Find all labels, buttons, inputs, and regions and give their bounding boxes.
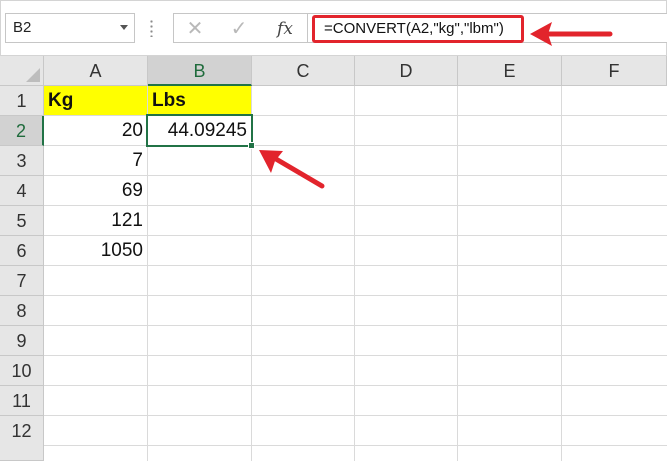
row-header-2[interactable]: 2 [0, 116, 44, 146]
formula-bar: B2 ✕ ✓ fx =CONVERT(A2,"kg","lbm") [0, 0, 667, 56]
cell-b1[interactable]: Lbs [148, 86, 251, 115]
check-icon[interactable]: ✓ [224, 17, 254, 41]
row-header-11[interactable]: 11 [0, 386, 44, 416]
column-header-a[interactable]: A [44, 56, 148, 86]
column-header-f[interactable]: F [562, 56, 667, 86]
drag-handle-icon[interactable] [150, 19, 153, 37]
formula-buttons: ✕ ✓ fx [173, 13, 307, 43]
cancel-icon[interactable]: ✕ [180, 17, 210, 41]
gridline [561, 86, 562, 461]
cell-a6[interactable]: 1050 [44, 236, 147, 265]
gridline [44, 325, 667, 326]
spreadsheet-grid: A B C D E F 1 2 3 4 5 6 7 8 9 10 11 12 K… [0, 56, 667, 461]
row-header-12[interactable]: 12 [0, 416, 44, 461]
fill-handle[interactable] [248, 142, 255, 149]
row-header-8[interactable]: 8 [0, 296, 44, 326]
cell-a4[interactable]: 69 [44, 176, 147, 205]
row-header-3[interactable]: 3 [0, 146, 44, 176]
row-header-6[interactable]: 6 [0, 236, 44, 266]
cell-a2[interactable]: 20 [44, 116, 147, 145]
select-all-icon [26, 68, 40, 82]
name-box[interactable]: B2 [5, 13, 135, 43]
row-header-9[interactable]: 9 [0, 326, 44, 356]
name-box-value: B2 [13, 19, 32, 36]
gridline [354, 86, 355, 461]
gridline [457, 86, 458, 461]
column-header-d[interactable]: D [355, 56, 458, 86]
cell-a3[interactable]: 7 [44, 146, 147, 175]
row-header-1[interactable]: 1 [0, 86, 44, 116]
cell-a5[interactable]: 121 [44, 206, 147, 235]
chevron-down-icon[interactable] [120, 25, 128, 30]
insert-function-icon[interactable]: fx [270, 17, 300, 41]
gridline [44, 355, 667, 356]
gridline [44, 295, 667, 296]
active-cell-border [146, 114, 253, 147]
row-header-7[interactable]: 7 [0, 266, 44, 296]
row-header-5[interactable]: 5 [0, 206, 44, 236]
column-header-c[interactable]: C [252, 56, 355, 86]
gridline [44, 445, 667, 446]
cell-a1[interactable]: Kg [44, 86, 147, 115]
row-header-10[interactable]: 10 [0, 356, 44, 386]
select-all-button[interactable] [0, 56, 44, 86]
formula-text[interactable]: =CONVERT(A2,"kg","lbm") [312, 15, 524, 43]
gridline [44, 265, 667, 266]
cell-area[interactable]: Kg Lbs 20 44.09245 7 69 121 1050 [44, 86, 667, 461]
gridline [44, 385, 667, 386]
column-header-b[interactable]: B [148, 56, 252, 86]
gridline [44, 415, 667, 416]
column-header-e[interactable]: E [458, 56, 562, 86]
row-header-4[interactable]: 4 [0, 176, 44, 206]
